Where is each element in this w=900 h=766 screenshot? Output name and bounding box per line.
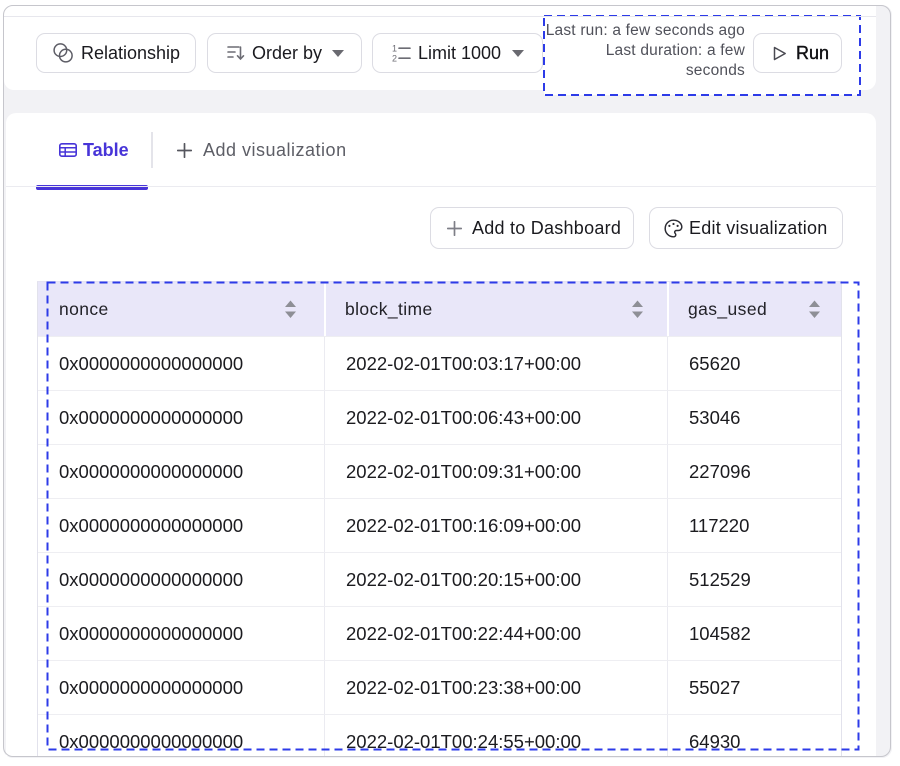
- svg-text:2: 2: [392, 53, 397, 62]
- svg-text:1: 1: [392, 45, 397, 54]
